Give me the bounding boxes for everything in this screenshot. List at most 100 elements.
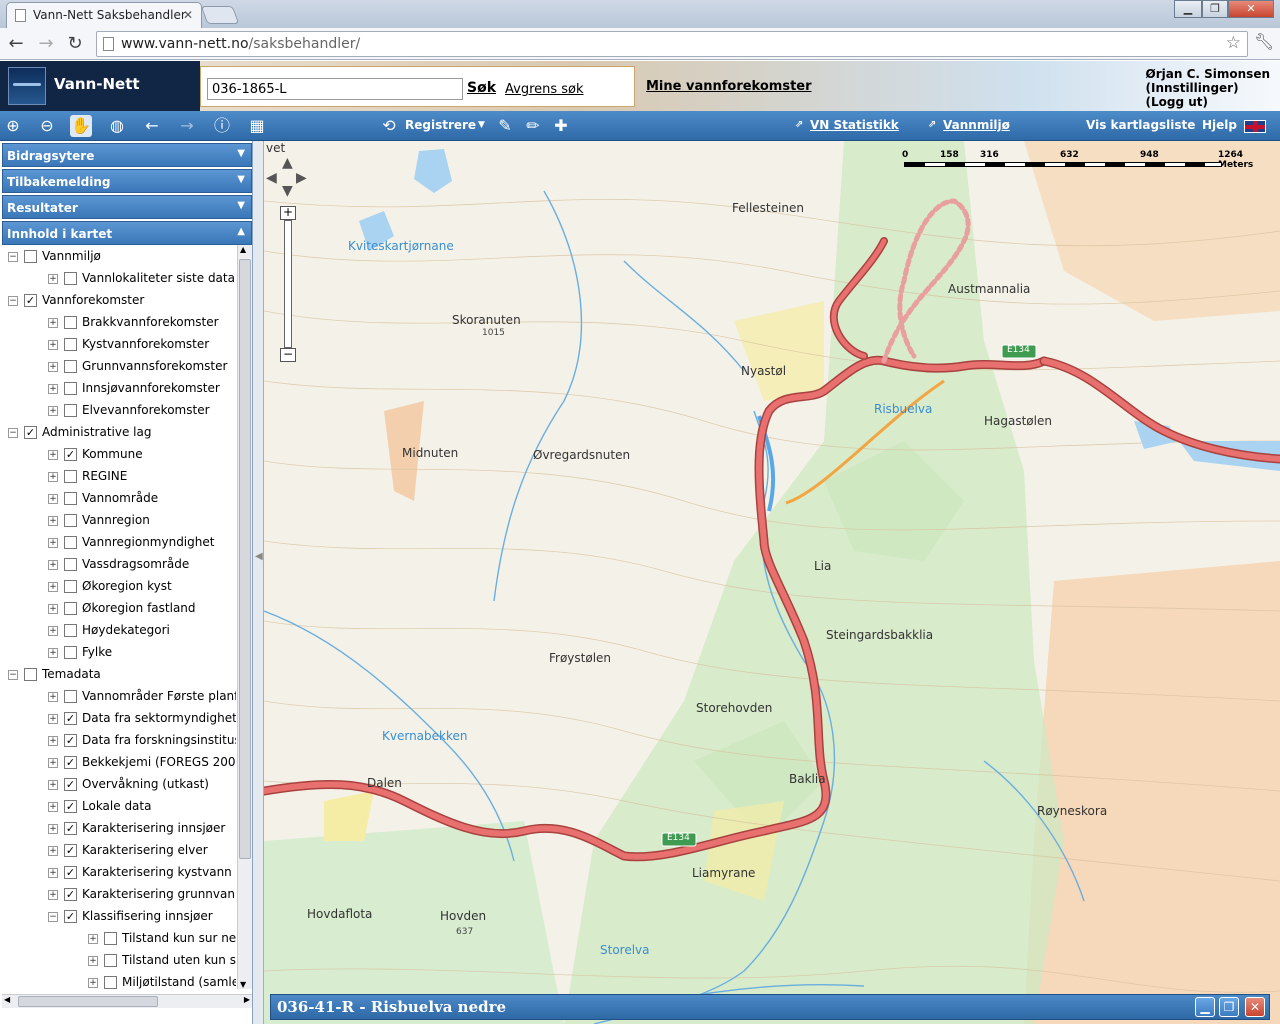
collapse-icon[interactable]: −	[8, 296, 18, 306]
layer-checkbox[interactable]: ✓	[64, 888, 77, 901]
arrow-right-icon[interactable]: ▶	[296, 170, 307, 186]
logo[interactable]: Vann-Nett	[0, 61, 200, 111]
wrench-icon[interactable]: 🔧︎	[1254, 32, 1274, 51]
my-waterbodies-link[interactable]: Mine vannforekomster	[646, 79, 812, 94]
layer-checkbox[interactable]	[64, 558, 77, 571]
draw-pencil-icon[interactable]: ✏	[522, 115, 544, 137]
layer-checkbox[interactable]: ✓	[64, 910, 77, 923]
vannmiljo-link[interactable]: Vannmiljø	[943, 118, 1010, 132]
layer-checkbox[interactable]: ✓	[64, 800, 77, 813]
layer-checkbox[interactable]: ✓	[64, 822, 77, 835]
zoom-in-icon[interactable]: ⊕	[2, 115, 24, 137]
uk-flag-icon[interactable]	[1244, 120, 1266, 133]
bookmark-star-icon[interactable]: ☆	[1226, 33, 1241, 53]
arrow-up-icon[interactable]: ▲	[282, 155, 293, 171]
info-icon[interactable]: ⓘ	[211, 115, 233, 137]
layer-checkbox[interactable]	[104, 932, 117, 945]
expand-icon[interactable]: +	[48, 362, 58, 372]
layer-checkbox[interactable]	[64, 514, 77, 527]
pan-hand-icon[interactable]: ✋	[70, 115, 92, 137]
collapse-icon[interactable]: −	[8, 252, 18, 262]
expand-icon[interactable]: +	[48, 538, 58, 548]
expand-icon[interactable]: +	[48, 648, 58, 658]
expand-icon[interactable]: +	[48, 494, 58, 504]
scroll-up-icon[interactable]: ▲	[240, 245, 246, 254]
layer-checkbox[interactable]: ✓	[64, 756, 77, 769]
expand-icon[interactable]: +	[48, 406, 58, 416]
expand-icon[interactable]: +	[48, 890, 58, 900]
layer-checkbox[interactable]: ✓	[64, 448, 77, 461]
reload-icon[interactable]: ↻	[63, 33, 87, 55]
expand-icon[interactable]: +	[48, 274, 58, 284]
register-icon[interactable]: ⟲	[378, 115, 400, 137]
expand-icon[interactable]: +	[48, 450, 58, 460]
address-bar[interactable]: www.vann-nett.no/saksbehandler/ ☆	[96, 31, 1248, 57]
map-view[interactable]: E134 E134 Fellesteinen Kviteskartjørnane…	[264, 141, 1280, 1024]
layer-checkbox[interactable]: ✓	[24, 426, 37, 439]
expand-icon[interactable]: +	[48, 560, 58, 570]
close-tab-icon[interactable]: ✕	[183, 8, 193, 22]
arrow-down-icon[interactable]: ▼	[282, 183, 293, 199]
collapse-arrow-icon[interactable]: ◀	[255, 551, 263, 562]
layer-checkbox[interactable]	[104, 976, 117, 989]
panel-feedback[interactable]: Tilbakemelding ▼	[2, 169, 252, 193]
layer-checkbox[interactable]	[24, 250, 37, 263]
expand-icon[interactable]: +	[48, 472, 58, 482]
zoom-plus-button[interactable]: +	[280, 206, 296, 220]
layer-checkbox[interactable]	[104, 954, 117, 967]
collapse-icon[interactable]: −	[8, 670, 18, 680]
restore-icon[interactable]: ❐	[1219, 997, 1239, 1017]
vn-statistics-link[interactable]: VN Statistikk	[810, 118, 899, 132]
layer-checkbox[interactable]: ✓	[64, 778, 77, 791]
expand-icon[interactable]: +	[48, 736, 58, 746]
panel-splitter[interactable]: ◀	[253, 141, 264, 1024]
expand-icon[interactable]: +	[48, 780, 58, 790]
expand-icon[interactable]: +	[48, 758, 58, 768]
scroll-down-icon[interactable]: ▼	[240, 980, 246, 989]
back-arrow-icon[interactable]: ←	[141, 115, 163, 137]
measure-icon[interactable]: ▦	[246, 115, 268, 137]
register-menu[interactable]: Registrere	[405, 118, 476, 132]
layer-checkbox[interactable]	[64, 338, 77, 351]
zoom-track[interactable]	[284, 220, 292, 348]
add-user-icon[interactable]: ✚	[550, 115, 572, 137]
select-tool-icon[interactable]: ✎	[494, 115, 516, 137]
expand-icon[interactable]: +	[48, 582, 58, 592]
close-icon[interactable]: ✕	[1245, 997, 1265, 1017]
search-input[interactable]	[207, 78, 463, 100]
layer-list-link[interactable]: Vis kartlagsliste	[1086, 118, 1195, 132]
layer-checkbox[interactable]: ✓	[64, 844, 77, 857]
globe-icon[interactable]: ◍	[106, 115, 128, 137]
panel-results[interactable]: Resultater ▼	[2, 195, 252, 219]
layer-checkbox[interactable]	[64, 492, 77, 505]
expand-icon[interactable]: +	[48, 384, 58, 394]
back-icon[interactable]: ←	[4, 33, 28, 55]
expand-icon[interactable]: +	[48, 868, 58, 878]
help-link[interactable]: Hjelp	[1202, 118, 1237, 132]
scroll-left-icon[interactable]: ◀	[4, 995, 10, 1004]
arrow-left-icon[interactable]: ◀	[266, 170, 277, 186]
expand-icon[interactable]: +	[48, 714, 58, 724]
collapse-icon[interactable]: −	[8, 428, 18, 438]
layer-checkbox[interactable]	[24, 668, 37, 681]
hscroll-thumb[interactable]	[18, 996, 158, 1007]
browser-tab[interactable]: Vann-Nett Saksbehandler ✕	[6, 2, 202, 28]
layer-checkbox[interactable]	[64, 690, 77, 703]
refine-search-link[interactable]: Avgrens søk	[505, 82, 584, 97]
logout-link[interactable]: (Logg ut)	[1146, 95, 1270, 109]
close-window-button[interactable]: ✕	[1228, 0, 1274, 18]
zoom-minus-button[interactable]: −	[280, 348, 296, 362]
layer-checkbox[interactable]	[64, 360, 77, 373]
new-tab-button[interactable]	[200, 6, 240, 24]
search-button[interactable]: Søk	[467, 80, 496, 96]
layer-checkbox[interactable]	[64, 404, 77, 417]
scroll-thumb[interactable]	[239, 259, 251, 859]
expand-icon[interactable]: +	[48, 802, 58, 812]
expand-icon[interactable]: +	[48, 824, 58, 834]
minimize-icon[interactable]: ▁	[1195, 997, 1215, 1017]
forward-arrow-icon[interactable]: →	[176, 115, 198, 137]
expand-icon[interactable]: +	[88, 934, 98, 944]
zoom-slider[interactable]: + −	[278, 206, 298, 366]
expand-icon[interactable]: +	[48, 626, 58, 636]
layer-checkbox[interactable]	[64, 624, 77, 637]
